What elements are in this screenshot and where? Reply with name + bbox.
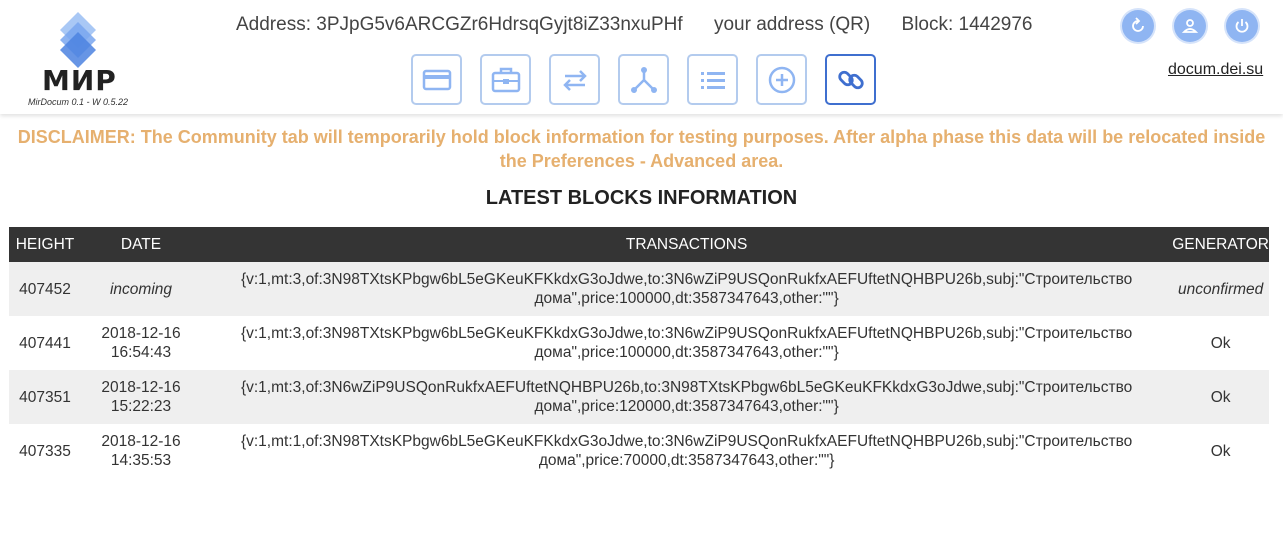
disclaimer-text: DISCLAIMER: The Community tab will tempo… (17, 127, 1266, 171)
cell-date-time: 15:22:23 (110, 398, 172, 415)
nav-list-button[interactable] (687, 54, 738, 105)
table-header-row: HEIGHT DATE TRANSACTIONS GENERATOR (9, 227, 1269, 262)
refresh-icon (1132, 17, 1144, 32)
cell-generator: Ok (1172, 316, 1269, 370)
table-row[interactable]: 407351 2018-12-16 15:22:23 {v:1,mt:3,of:3… (9, 370, 1269, 424)
plus-circle-icon (768, 66, 795, 93)
cell-date: 2018-12-16 14:35:53 (81, 424, 201, 478)
briefcase-icon (491, 67, 520, 92)
cell-date: 2018-12-16 16:54:43 (81, 316, 201, 370)
profile-button[interactable] (1174, 10, 1206, 42)
logo-text: МИР (42, 64, 117, 97)
table-row[interactable]: 407441 2018-12-16 16:54:43 {v:1,mt:3,of:3… (9, 316, 1269, 370)
header: МИР MirDocum 0.1 - W 0.5.22 Address: 3PJ… (0, 0, 1283, 114)
power-icon (1235, 19, 1249, 33)
cell-date-day: 2018-12-16 (101, 433, 181, 450)
cell-height: 407351 (9, 370, 81, 424)
transfer-icon (562, 69, 587, 91)
cell-date: 2018-12-16 15:22:23 (81, 370, 201, 424)
cell-date-day: 2018-12-16 (101, 325, 181, 342)
cell-generator: Ok (1172, 370, 1269, 424)
nav-transfer-button[interactable] (549, 54, 600, 105)
header-date[interactable]: DATE (81, 227, 201, 262)
cell-generator: Ok (1172, 424, 1269, 478)
header-generator[interactable]: GENERATOR (1172, 227, 1269, 262)
nav-network-button[interactable] (618, 54, 669, 105)
account-info: Address: 3PJpG5v6ARCGZr6HdrsqGyjt8iZ33nx… (236, 14, 1059, 36)
logout-button[interactable] (1226, 10, 1258, 42)
nav-community-button[interactable] (825, 54, 876, 105)
table-row[interactable]: 407452 incoming {v:1,mt:3,of:3N98TXtsKPb… (9, 262, 1269, 316)
qr-link[interactable]: your address (QR) (714, 14, 870, 35)
nav-portfolio-button[interactable] (480, 54, 531, 105)
network-icon (630, 66, 657, 93)
version-label: MirDocum 0.1 - W 0.5.22 (28, 97, 129, 107)
section-title: LATEST BLOCKS INFORMATION (485, 187, 798, 209)
block-label: Block: 1442976 (901, 14, 1033, 35)
user-icon (1181, 19, 1199, 33)
cell-height: 407335 (9, 424, 81, 478)
cell-height: 407452 (9, 262, 81, 316)
card-icon (422, 69, 451, 90)
cell-date: incoming (81, 262, 201, 316)
site-link[interactable]: docum.dei.su (1168, 61, 1263, 79)
logo[interactable]: МИР MirDocum 0.1 - W 0.5.22 (28, 12, 148, 110)
refresh-button[interactable] (1122, 10, 1154, 42)
diamond-logo-icon (60, 12, 96, 68)
nav-add-button[interactable] (756, 54, 807, 105)
link-icon (837, 70, 864, 89)
cell-date-time: 14:35:53 (110, 452, 172, 469)
address-label[interactable]: Address: 3PJpG5v6ARCGZr6HdrsqGyjt8iZ33nx… (236, 14, 683, 35)
account-actions (1122, 10, 1258, 42)
cell-transaction: {v:1,mt:3,of:3N98TXtsKPbgw6bL5eGKeuKFKkd… (201, 316, 1173, 370)
list-icon (700, 71, 725, 89)
blocks-table: HEIGHT DATE TRANSACTIONS GENERATOR 40745… (9, 227, 1269, 478)
cell-transaction: {v:1,mt:1,of:3N98TXtsKPbgw6bL5eGKeuKFKkd… (201, 424, 1173, 478)
cell-date-time: 16:54:43 (110, 344, 172, 361)
cell-generator: unconfirmed (1172, 262, 1269, 316)
header-height[interactable]: HEIGHT (9, 227, 81, 262)
header-transactions[interactable]: TRANSACTIONS (201, 227, 1173, 262)
cell-date-day: incoming (109, 280, 173, 298)
table-row[interactable]: 407335 2018-12-16 14:35:53 {v:1,mt:1,of:3… (9, 424, 1269, 478)
cell-transaction: {v:1,mt:3,of:3N98TXtsKPbgw6bL5eGKeuKFKkd… (201, 262, 1173, 316)
cell-date-day: 2018-12-16 (101, 379, 181, 396)
cell-transaction: {v:1,mt:3,of:3N6wZiP9USQonRukfxAEFUftetN… (201, 370, 1173, 424)
nav-wallet-button[interactable] (411, 54, 462, 105)
cell-height: 407441 (9, 316, 81, 370)
main-nav (411, 54, 876, 105)
